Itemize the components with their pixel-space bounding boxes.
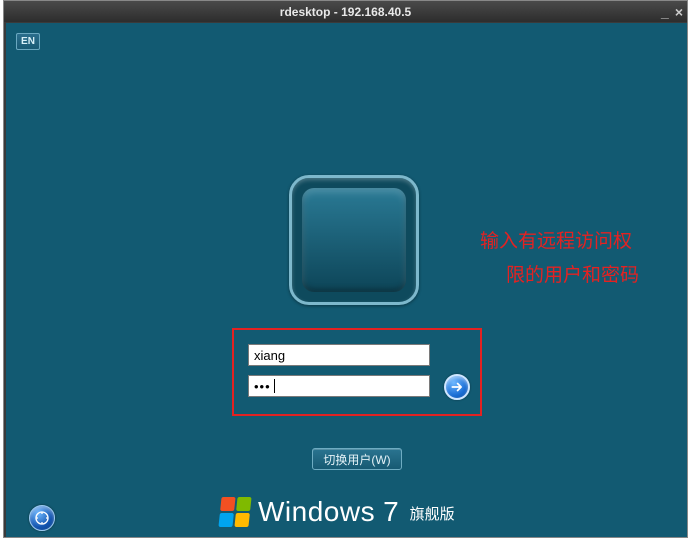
ease-of-access-button[interactable]	[29, 505, 55, 531]
close-button[interactable]: ×	[675, 4, 683, 20]
user-avatar-frame	[289, 175, 419, 305]
brand-product: Windows	[258, 496, 375, 528]
submit-login-button[interactable]	[444, 374, 470, 400]
annotation-line-1: 输入有远程访问权	[480, 225, 665, 259]
minimize-button[interactable]: _	[661, 4, 669, 20]
switch-user-button[interactable]: 切换用户(W)	[312, 448, 402, 470]
annotation-line-2: 限的用户和密码	[480, 259, 665, 293]
language-indicator[interactable]: EN	[16, 33, 40, 50]
annotation-text: 输入有远程访问权 限的用户和密码	[480, 225, 665, 293]
language-indicator-label: EN	[21, 36, 35, 47]
accessibility-icon	[34, 510, 50, 526]
brand-edition: 旗舰版	[410, 503, 455, 528]
titlebar[interactable]: rdesktop - 192.168.40.5 _ ×	[4, 1, 687, 22]
remote-desktop-viewport: EN 输入有远程访问权 限的用户和密码 切换用户(W)	[6, 23, 687, 537]
switch-user-label: 切换用户(W)	[323, 451, 390, 468]
window-controls: _ ×	[661, 1, 683, 22]
os-branding: Windows7 旗舰版	[220, 496, 455, 528]
password-input[interactable]	[248, 375, 430, 397]
window-frame: rdesktop - 192.168.40.5 _ × EN 输入有远程访问权 …	[3, 0, 688, 538]
windows-logo-icon	[218, 497, 251, 527]
username-input[interactable]	[248, 344, 430, 366]
annotation-highlight-box	[232, 328, 482, 416]
arrow-right-icon	[450, 380, 464, 394]
text-caret	[274, 379, 275, 393]
window-title: rdesktop - 192.168.40.5	[280, 5, 411, 19]
brand-version: 7	[383, 496, 399, 528]
user-avatar-placeholder	[302, 188, 406, 292]
